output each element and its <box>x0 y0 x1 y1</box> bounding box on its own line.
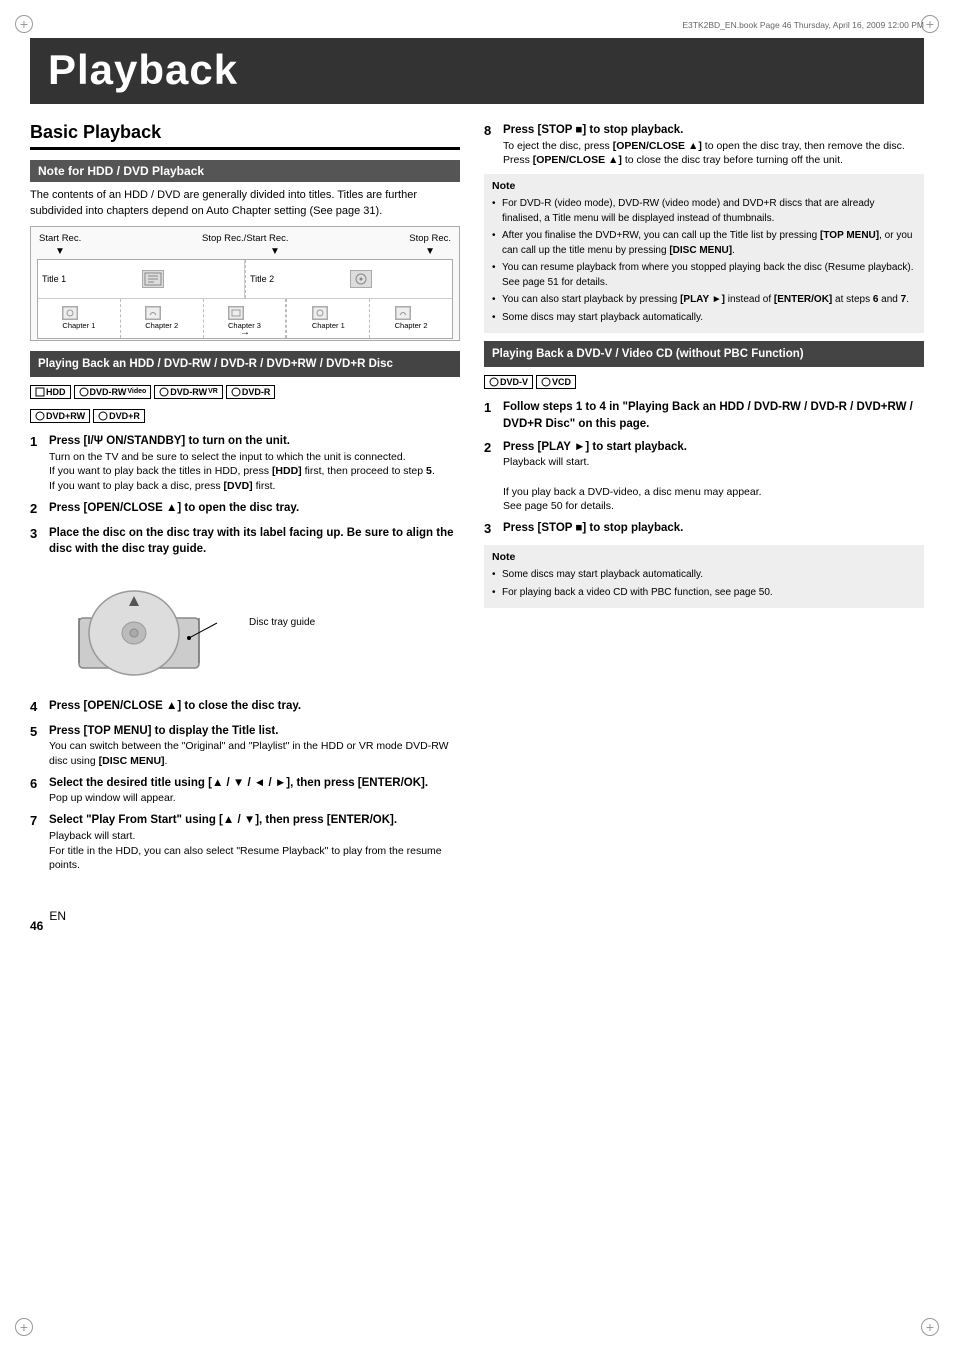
vcd-section-header: Playing Back a DVD-V / Video CD (without… <box>484 341 924 367</box>
mode-icons-hdd: HDD DVD-RW Video DVD-RW VR DVD-R <box>30 385 460 399</box>
label-stop-rec: Stop Rec. <box>409 233 451 244</box>
note-dvd-item4: You can also start playback by pressing … <box>492 293 916 308</box>
step-5: 5 Press [TOP MENU] to display the Title … <box>30 723 460 769</box>
right-column: 8 Press [STOP ■] to stop playback. To ej… <box>484 122 924 879</box>
step5-desc: You can switch between the "Original" an… <box>49 739 460 768</box>
note-dvd-item5: Some discs may start playback automatica… <box>492 311 916 326</box>
note-box-dvd: Note For DVD-R (video mode), DVD-RW (vid… <box>484 174 924 333</box>
section-title-basic-playback: Basic Playback <box>30 122 460 150</box>
vcd-step-3: 3 Press [STOP ■] to stop playback. <box>484 520 924 539</box>
steps-list-right: 8 Press [STOP ■] to stop playback. To ej… <box>484 122 924 168</box>
vcd-step3-title: Press [STOP ■] to stop playback. <box>503 520 924 537</box>
page-title: Playback <box>30 38 924 104</box>
diagram-labels: Start Rec. Stop Rec./Start Rec. Stop Rec… <box>37 233 453 244</box>
step5-title: Press [TOP MENU] to display the Title li… <box>49 723 460 740</box>
note-dvd-title: Note <box>492 179 916 194</box>
title1-cell: Title 1 <box>38 260 245 298</box>
step1-desc: Turn on the TV and be sure to select the… <box>49 450 460 494</box>
mode-dvdv: DVD-V <box>484 375 533 389</box>
chapter5: Chapter 2 <box>370 299 452 338</box>
corner-mark-bl <box>15 1318 33 1336</box>
chapter1: Chapter 1 <box>38 299 121 338</box>
vcd-step-2: 2 Press [PLAY ►] to start playback. Play… <box>484 439 924 514</box>
title1-icon <box>142 270 164 288</box>
disc-tray-guide-label: Disc tray guide <box>249 616 315 631</box>
mode-dvdrw-vr: DVD-RW VR <box>154 385 223 399</box>
corner-mark-tl <box>15 15 33 33</box>
corner-mark-br <box>921 1318 939 1336</box>
title2-icon <box>350 270 372 288</box>
mode-dvdplusrw: DVD+RW <box>30 409 90 423</box>
disc-tray-illustration: Disc tray guide <box>69 568 460 678</box>
vcd-step2-desc: Playback will start.If you play back a D… <box>503 455 924 514</box>
note-vcd-title: Note <box>492 550 916 565</box>
step-3: 3 Place the disc on the disc tray with i… <box>30 525 460 692</box>
step-2: 2 Press [OPEN/CLOSE ▲] to open the disc … <box>30 500 460 519</box>
mode-dvdrw-video: DVD-RW Video <box>74 385 152 399</box>
note-box-vcd: Note Some discs may start playback autom… <box>484 545 924 608</box>
vcd-steps-list: 1 Follow steps 1 to 4 in "Playing Back a… <box>484 399 924 539</box>
mode-icons-hdd2: DVD+RW DVD+R <box>30 409 460 423</box>
step-1: 1 Press [I/Ψ ON/STANDBY] to turn on the … <box>30 433 460 494</box>
chapter2: Chapter 2 <box>121 299 204 338</box>
recording-diagram: Start Rec. Stop Rec./Start Rec. Stop Rec… <box>30 226 460 341</box>
step-4: 4 Press [OPEN/CLOSE ▲] to close the disc… <box>30 698 460 717</box>
left-column: Basic Playback Note for HDD / DVD Playba… <box>30 122 460 879</box>
note-vcd-item2: For playing back a video CD with PBC fun… <box>492 586 916 601</box>
note-dvd-item2: After you finalise the DVD+RW, you can c… <box>492 229 916 258</box>
step2-title: Press [OPEN/CLOSE ▲] to open the disc tr… <box>49 500 460 517</box>
vcd-step2-title: Press [PLAY ►] to start playback. <box>503 439 924 456</box>
mode-dvdr: DVD-R <box>226 385 276 399</box>
step6-desc: Pop up window will appear. <box>49 791 460 806</box>
note-dvd-item3: You can resume playback from where you s… <box>492 261 916 290</box>
main-content: Basic Playback Note for HDD / DVD Playba… <box>30 122 924 879</box>
mode-hdd: HDD <box>30 385 71 399</box>
step-8: 8 Press [STOP ■] to stop playback. To ej… <box>484 122 924 168</box>
step7-desc: Playback will start.For title in the HDD… <box>49 829 460 873</box>
step6-title: Select the desired title using [▲ / ▼ / … <box>49 775 460 792</box>
label-stop-start-rec: Stop Rec./Start Rec. <box>202 233 289 244</box>
corner-mark-tr <box>921 15 939 33</box>
chapter4: Chapter 1 <box>286 299 370 338</box>
note-vcd-list: Some discs may start playback automatica… <box>492 568 916 600</box>
note-hdd-dvd-body: The contents of an HDD / DVD are general… <box>30 188 460 220</box>
note-vcd-item1: Some discs may start playback automatica… <box>492 568 916 583</box>
hdd-section-header: Playing Back an HDD / DVD-RW / DVD-R / D… <box>30 351 460 377</box>
note-dvd-item1: For DVD-R (video mode), DVD-RW (video mo… <box>492 197 916 226</box>
step-6: 6 Select the desired title using [▲ / ▼ … <box>30 775 460 806</box>
step8-title: Press [STOP ■] to stop playback. <box>503 122 924 139</box>
mode-icons-vcd: DVD-V VCD <box>484 375 924 389</box>
file-header: E3TK2BD_EN.book Page 46 Thursday, April … <box>30 20 924 30</box>
page-number: 46 <box>30 919 43 933</box>
step8-desc: To eject the disc, press [OPEN/CLOSE ▲] … <box>503 139 924 168</box>
step4-title: Press [OPEN/CLOSE ▲] to close the disc t… <box>49 698 460 715</box>
page-lang: EN <box>49 909 66 923</box>
step1-title: Press [I/Ψ ON/STANDBY] to turn on the un… <box>49 433 460 450</box>
note-hdd-dvd-header: Note for HDD / DVD Playback <box>30 160 460 182</box>
vcd-step-1: 1 Follow steps 1 to 4 in "Playing Back a… <box>484 399 924 432</box>
step7-title: Select "Play From Start" using [▲ / ▼], … <box>49 812 460 829</box>
vcd-step1-title: Follow steps 1 to 4 in "Playing Back an … <box>503 399 924 432</box>
mode-vcd: VCD <box>536 375 576 389</box>
title2-cell: Title 2 <box>245 260 452 298</box>
note-dvd-list: For DVD-R (video mode), DVD-RW (video mo… <box>492 197 916 325</box>
label-start-rec: Start Rec. <box>39 233 81 244</box>
step-7: 7 Select "Play From Start" using [▲ / ▼]… <box>30 812 460 873</box>
steps-list-left: 1 Press [I/Ψ ON/STANDBY] to turn on the … <box>30 433 460 873</box>
step3-title: Place the disc on the disc tray with its… <box>49 525 460 558</box>
disc-tray-svg <box>69 568 239 678</box>
mode-dvdplusr: DVD+R <box>93 409 145 423</box>
